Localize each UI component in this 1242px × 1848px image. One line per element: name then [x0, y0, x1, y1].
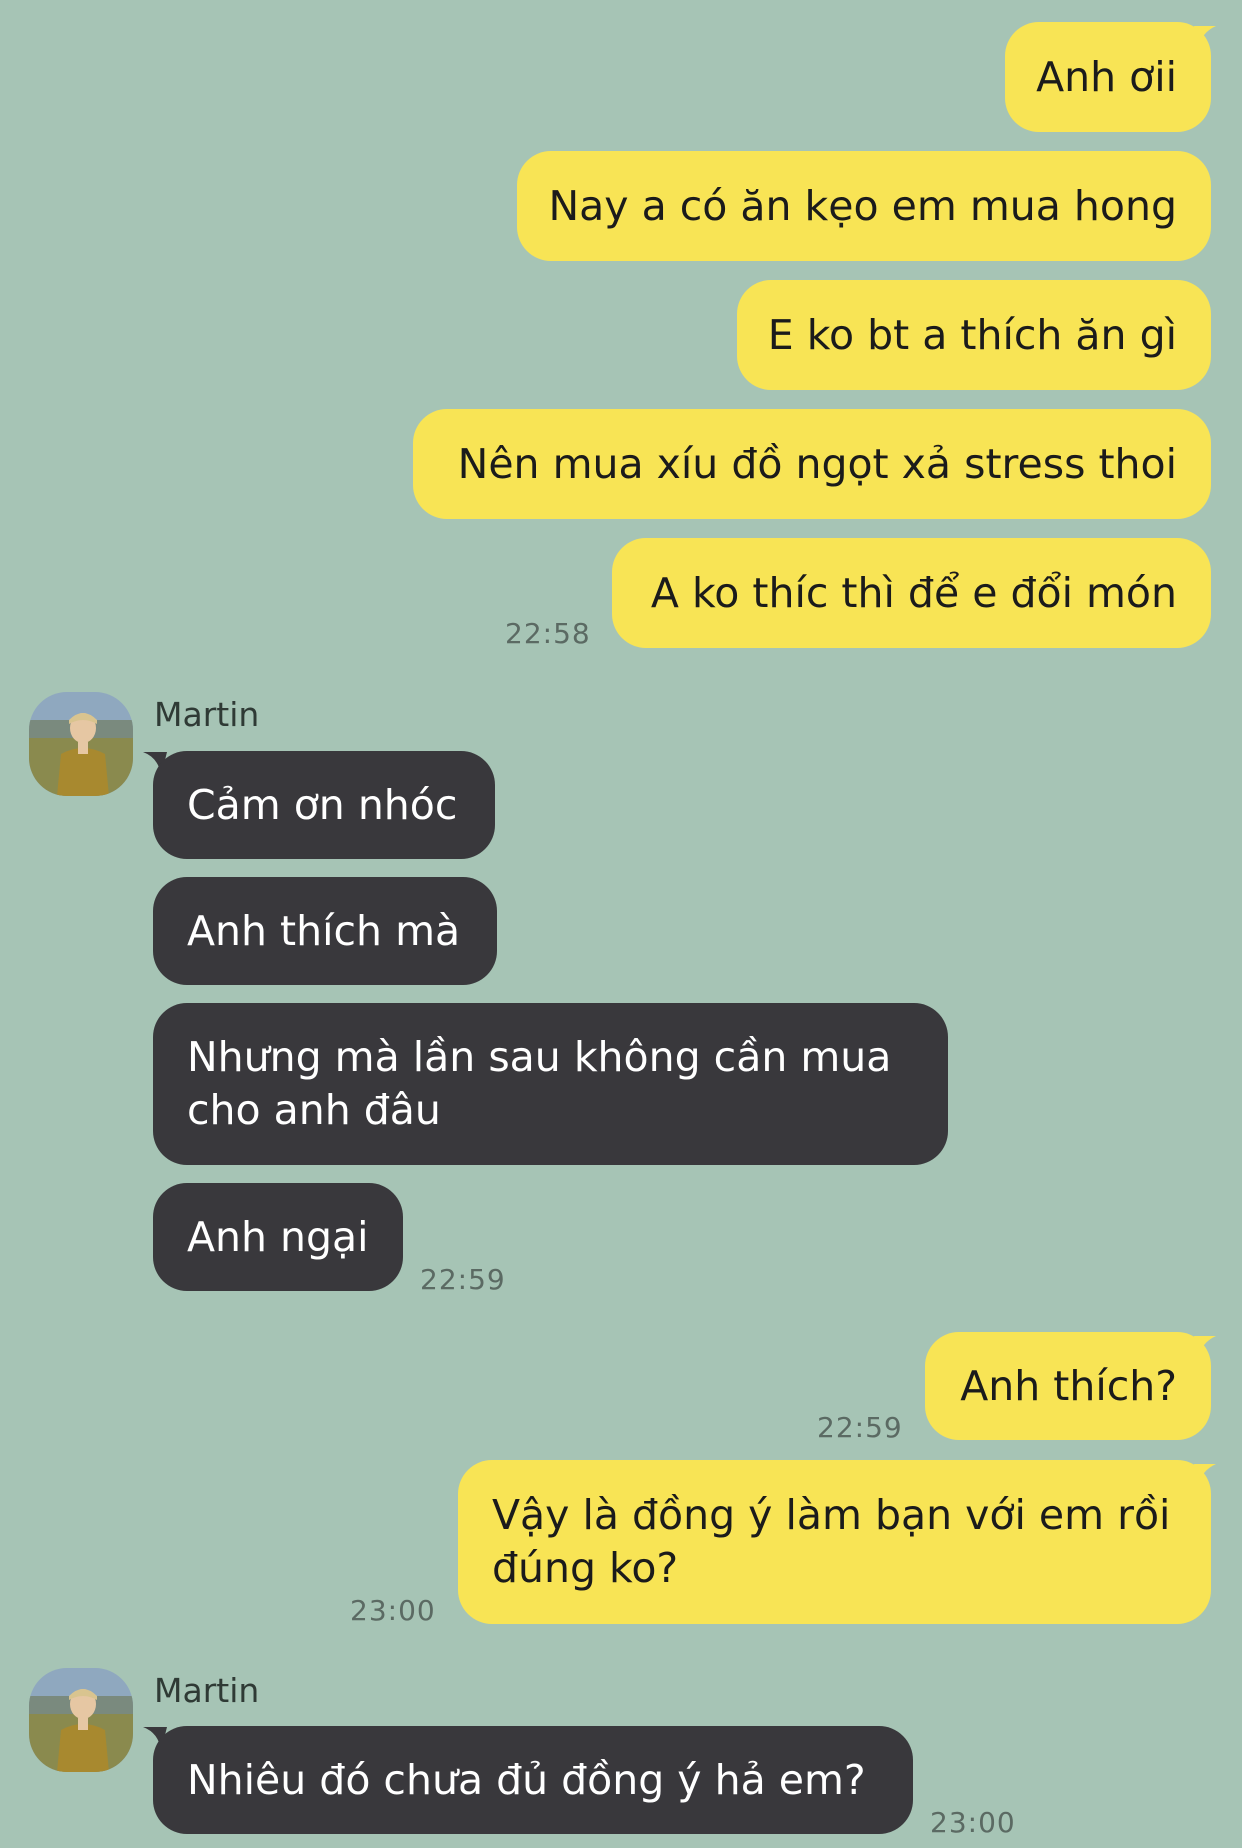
message-text: Cảm ơn nhóc	[187, 780, 458, 829]
message-text: Anh thích?	[960, 1361, 1177, 1410]
timestamp: 22:59	[420, 1263, 506, 1296]
message-text: Anh ngại	[187, 1212, 369, 1261]
message-bubble-incoming[interactable]: Cảm ơn nhóc	[153, 751, 495, 859]
timestamp: 23:00	[350, 1594, 436, 1627]
sender-name: Martin	[154, 695, 260, 734]
message-text: Nhiêu đó chưa đủ đồng ý hả em?	[187, 1755, 866, 1804]
avatar[interactable]	[29, 692, 133, 796]
timestamp: 22:58	[505, 617, 591, 650]
message-text: Anh thích mà	[187, 906, 461, 955]
message-text: Nhưng mà lần sau không cần mua cho anh đ…	[187, 1033, 892, 1134]
timestamp: 23:00	[930, 1806, 1016, 1839]
message-text: Anh ơii	[1036, 52, 1177, 101]
message-bubble-outgoing[interactable]: Vậy là đồng ý làm bạn với em rồi đúng ko…	[458, 1460, 1211, 1624]
message-bubble-incoming[interactable]: Nhiêu đó chưa đủ đồng ý hả em?	[153, 1726, 913, 1834]
profile-photo-icon	[29, 1668, 133, 1772]
profile-photo-icon	[29, 692, 133, 796]
message-bubble-incoming[interactable]: Anh thích mà	[153, 877, 497, 985]
sender-name: Martin	[154, 1671, 260, 1710]
message-bubble-outgoing[interactable]: E ko bt a thích ăn gì	[737, 280, 1211, 390]
message-text: E ko bt a thích ăn gì	[767, 310, 1177, 359]
message-bubble-outgoing[interactable]: Nên mua xíu đồ ngọt xả stress thoi	[413, 409, 1211, 519]
message-bubble-outgoing[interactable]: A ko thíc thì để e đổi món	[612, 538, 1211, 648]
message-bubble-outgoing[interactable]: Anh thích?	[925, 1332, 1211, 1440]
message-text: Vậy là đồng ý làm bạn với em rồi đúng ko…	[492, 1491, 1171, 1592]
message-bubble-outgoing[interactable]: Nay a có ăn kẹo em mua hong	[517, 151, 1211, 261]
message-text: Nay a có ăn kẹo em mua hong	[548, 181, 1178, 230]
message-text: Nên mua xíu đồ ngọt xả stress thoi	[457, 439, 1177, 488]
message-bubble-incoming[interactable]: Nhưng mà lần sau không cần mua cho anh đ…	[153, 1003, 948, 1165]
message-bubble-outgoing[interactable]: Anh ơii	[1005, 22, 1211, 132]
message-text: A ko thíc thì để e đổi món	[650, 568, 1177, 617]
avatar[interactable]	[29, 1668, 133, 1772]
message-bubble-incoming[interactable]: Anh ngại	[153, 1183, 403, 1291]
chat-view[interactable]: Anh ơii Nay a có ăn kẹo em mua hong E ko…	[0, 0, 1242, 1848]
timestamp: 22:59	[817, 1411, 903, 1444]
